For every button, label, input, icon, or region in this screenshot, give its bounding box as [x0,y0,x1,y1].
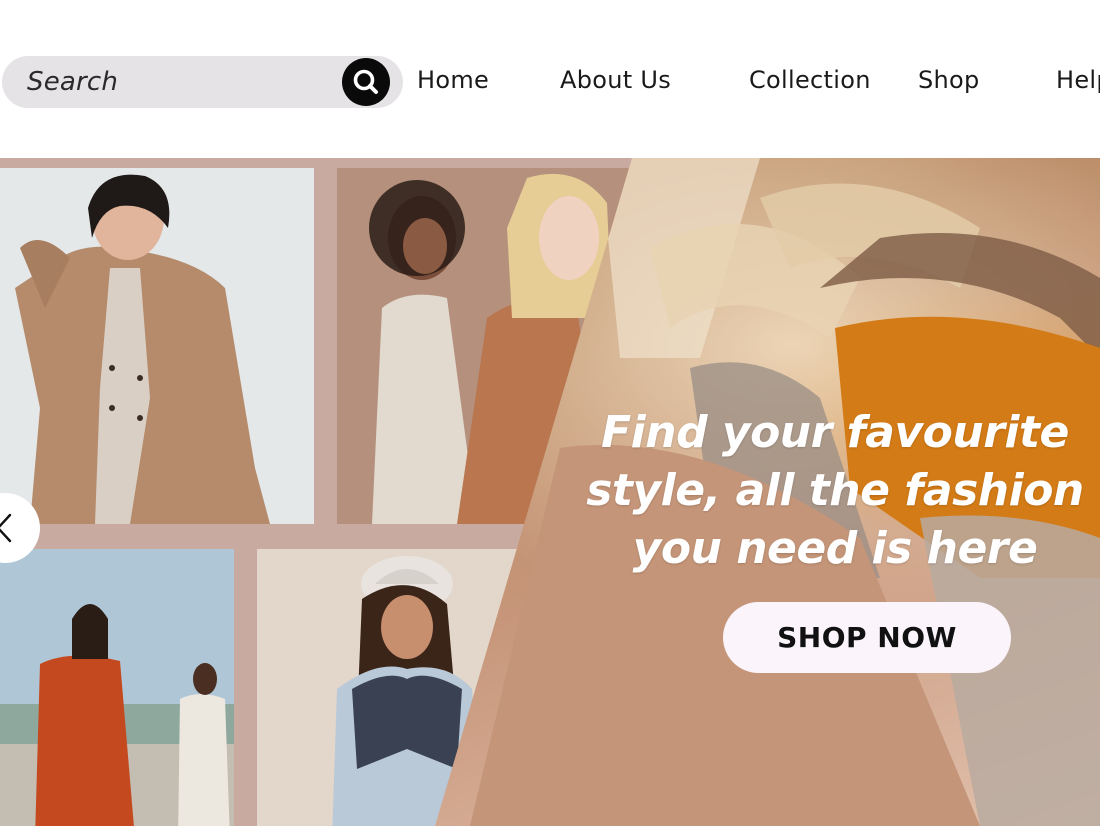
search-button[interactable] [342,58,390,106]
nav-about-us[interactable]: About Us [560,66,671,94]
hero-headline: Find your favourite style, all the fashi… [560,404,1100,578]
search-input[interactable]: Search [27,67,118,97]
search-bar[interactable]: Search [2,56,403,108]
nav-collection[interactable]: Collection [749,66,871,94]
hero-headline-line-1: Find your favourite [601,407,1069,458]
nav-home[interactable]: Home [417,66,489,94]
nav-shop[interactable]: Shop [918,66,980,94]
search-icon [353,69,378,94]
model-photo-trench-coat [0,168,314,524]
shop-now-button[interactable]: SHOP NOW [723,602,1011,673]
hero-banner: Find your favourite style, all the fashi… [0,158,1100,826]
model-photo-lake [0,549,234,826]
hero-headline-line-2: style, all the fashion [586,465,1084,516]
site-header: Search Home About Us Collection Shop Hel… [0,0,1100,158]
hero-headline-line-3: you need is here [632,523,1038,574]
chevron-left-icon [0,513,12,543]
nav-help[interactable]: Help [1056,66,1100,94]
